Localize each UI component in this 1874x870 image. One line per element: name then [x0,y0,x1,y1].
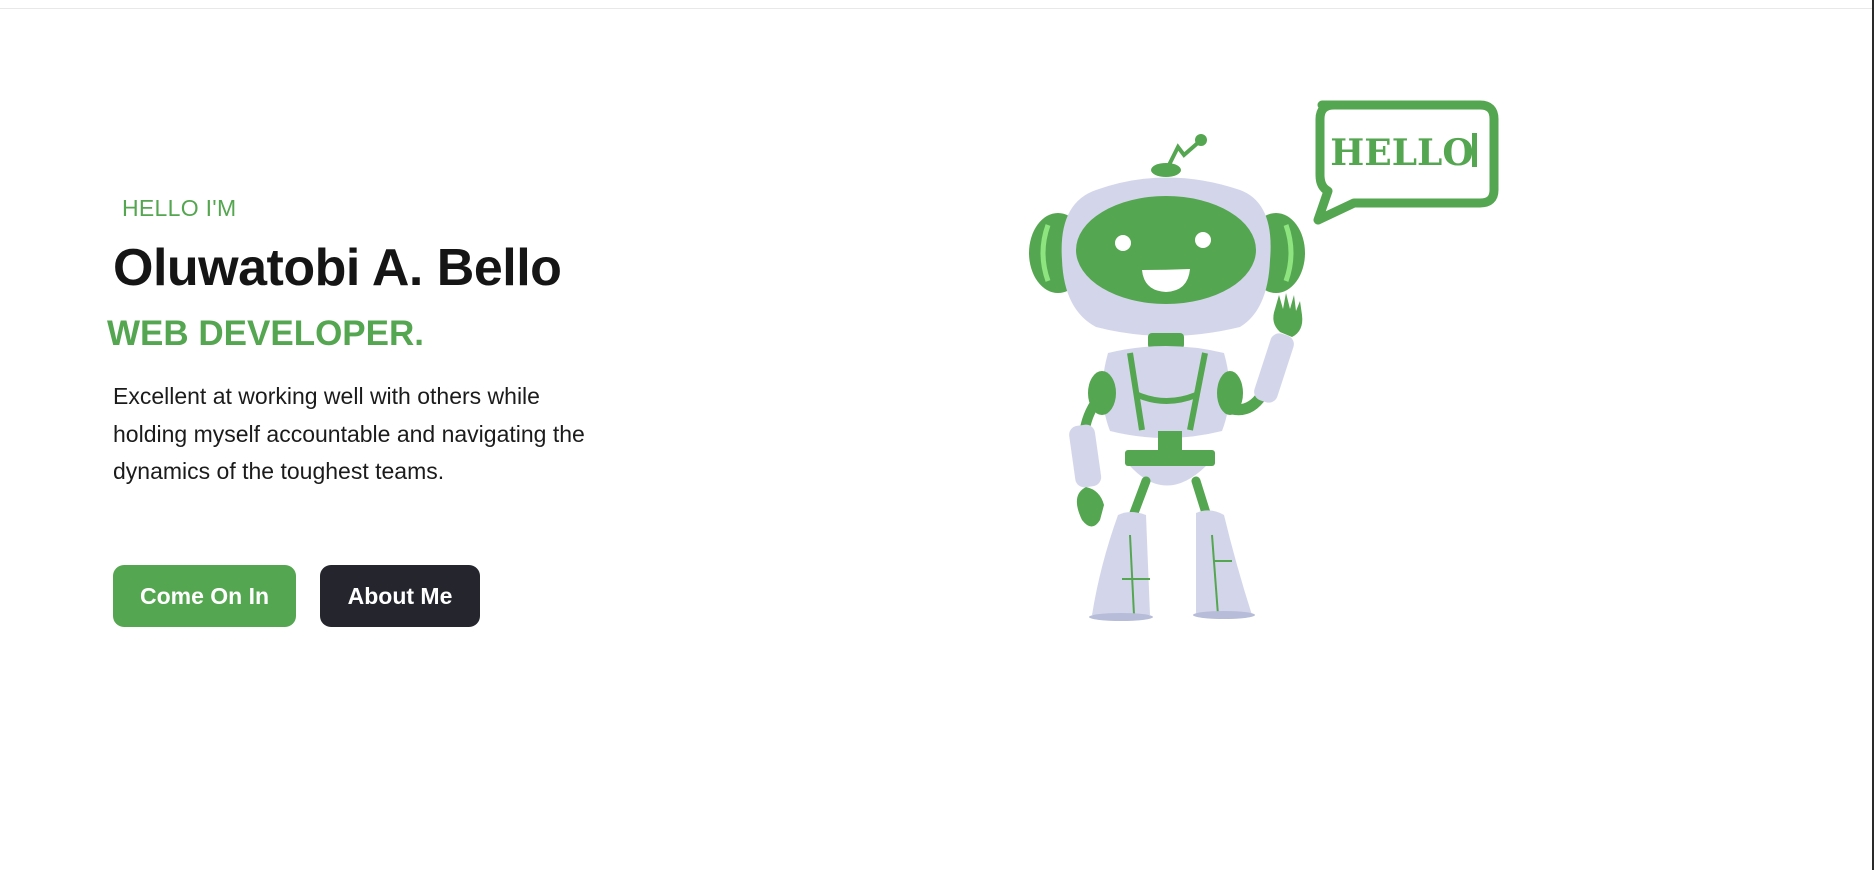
robot-legs [1089,476,1255,621]
robot-illustration: HELLO [1029,100,1499,621]
hero-name: Oluwatobi A. Bello [113,239,562,297]
robot-torso [1102,346,1230,486]
about-me-button[interactable]: About Me [320,565,480,627]
speech-bubble-text: HELLO [1330,132,1473,174]
top-divider [0,8,1874,9]
robot-left-arm [1069,371,1116,527]
speech-bubble: HELLO [1313,100,1499,225]
page: HELLO I'M Oluwatobi A. Bello WEB DEVELOP… [0,0,1874,870]
come-on-in-button[interactable]: Come On In [113,565,296,627]
antenna [1151,134,1207,177]
robot-head [1061,177,1271,336]
hero-eyebrow: HELLO I'M [122,195,237,221]
hero-tagline: Excellent at working well with others wh… [113,383,585,484]
hero-role: WEB DEVELOPER. [107,314,424,353]
